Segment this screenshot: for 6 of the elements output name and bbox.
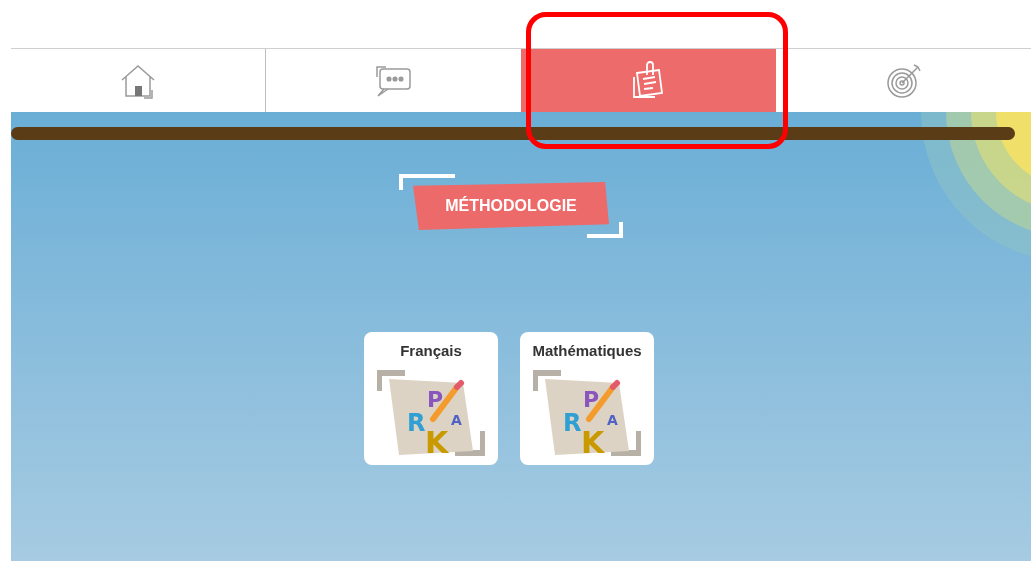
letters-pencil-drawing: R P A K xyxy=(533,368,641,459)
section-banner: MÉTHODOLOGIE xyxy=(413,182,609,230)
letters-pencil-drawing: R P A K xyxy=(377,368,485,459)
subject-card[interactable]: Français R P A K xyxy=(364,332,498,465)
nav-tab[interactable] xyxy=(521,49,776,112)
subject-card[interactable]: Mathématiques R P A K xyxy=(520,332,654,465)
